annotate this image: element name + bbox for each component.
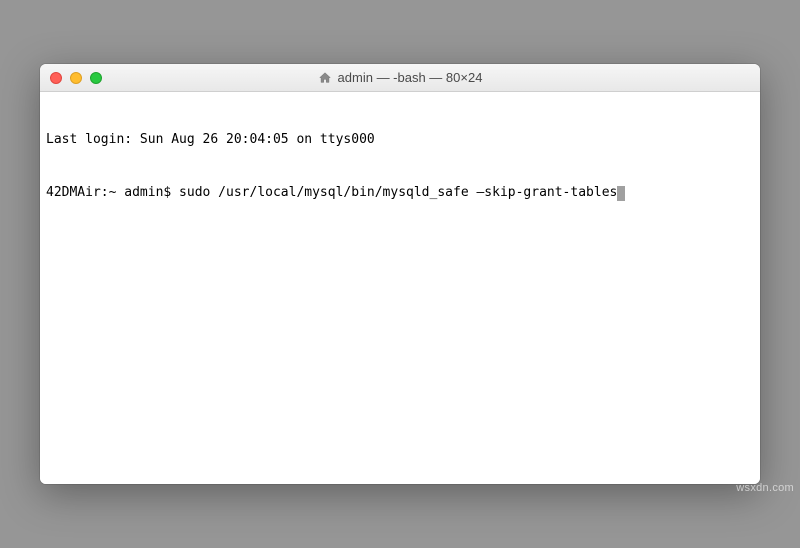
window-title: admin — -bash — 80×24	[338, 70, 483, 85]
terminal-text: 42DMAir:~ admin$ sudo /usr/local/mysql/b…	[46, 185, 617, 200]
title-bar[interactable]: admin — -bash — 80×24	[40, 64, 760, 92]
close-button[interactable]	[50, 72, 62, 84]
maximize-button[interactable]	[90, 72, 102, 84]
terminal-text: Last login: Sun Aug 26 20:04:05 on ttys0…	[46, 132, 375, 147]
minimize-button[interactable]	[70, 72, 82, 84]
watermark: wsxdn.com	[736, 482, 794, 494]
terminal-body[interactable]: Last login: Sun Aug 26 20:04:05 on ttys0…	[40, 92, 760, 484]
traffic-lights	[50, 72, 102, 84]
terminal-line: 42DMAir:~ admin$ sudo /usr/local/mysql/b…	[46, 184, 754, 202]
window-title-area: admin — -bash — 80×24	[40, 70, 760, 85]
home-icon	[318, 71, 332, 85]
terminal-line: Last login: Sun Aug 26 20:04:05 on ttys0…	[46, 131, 754, 149]
cursor	[617, 186, 625, 201]
terminal-window: admin — -bash — 80×24 Last login: Sun Au…	[40, 64, 760, 484]
